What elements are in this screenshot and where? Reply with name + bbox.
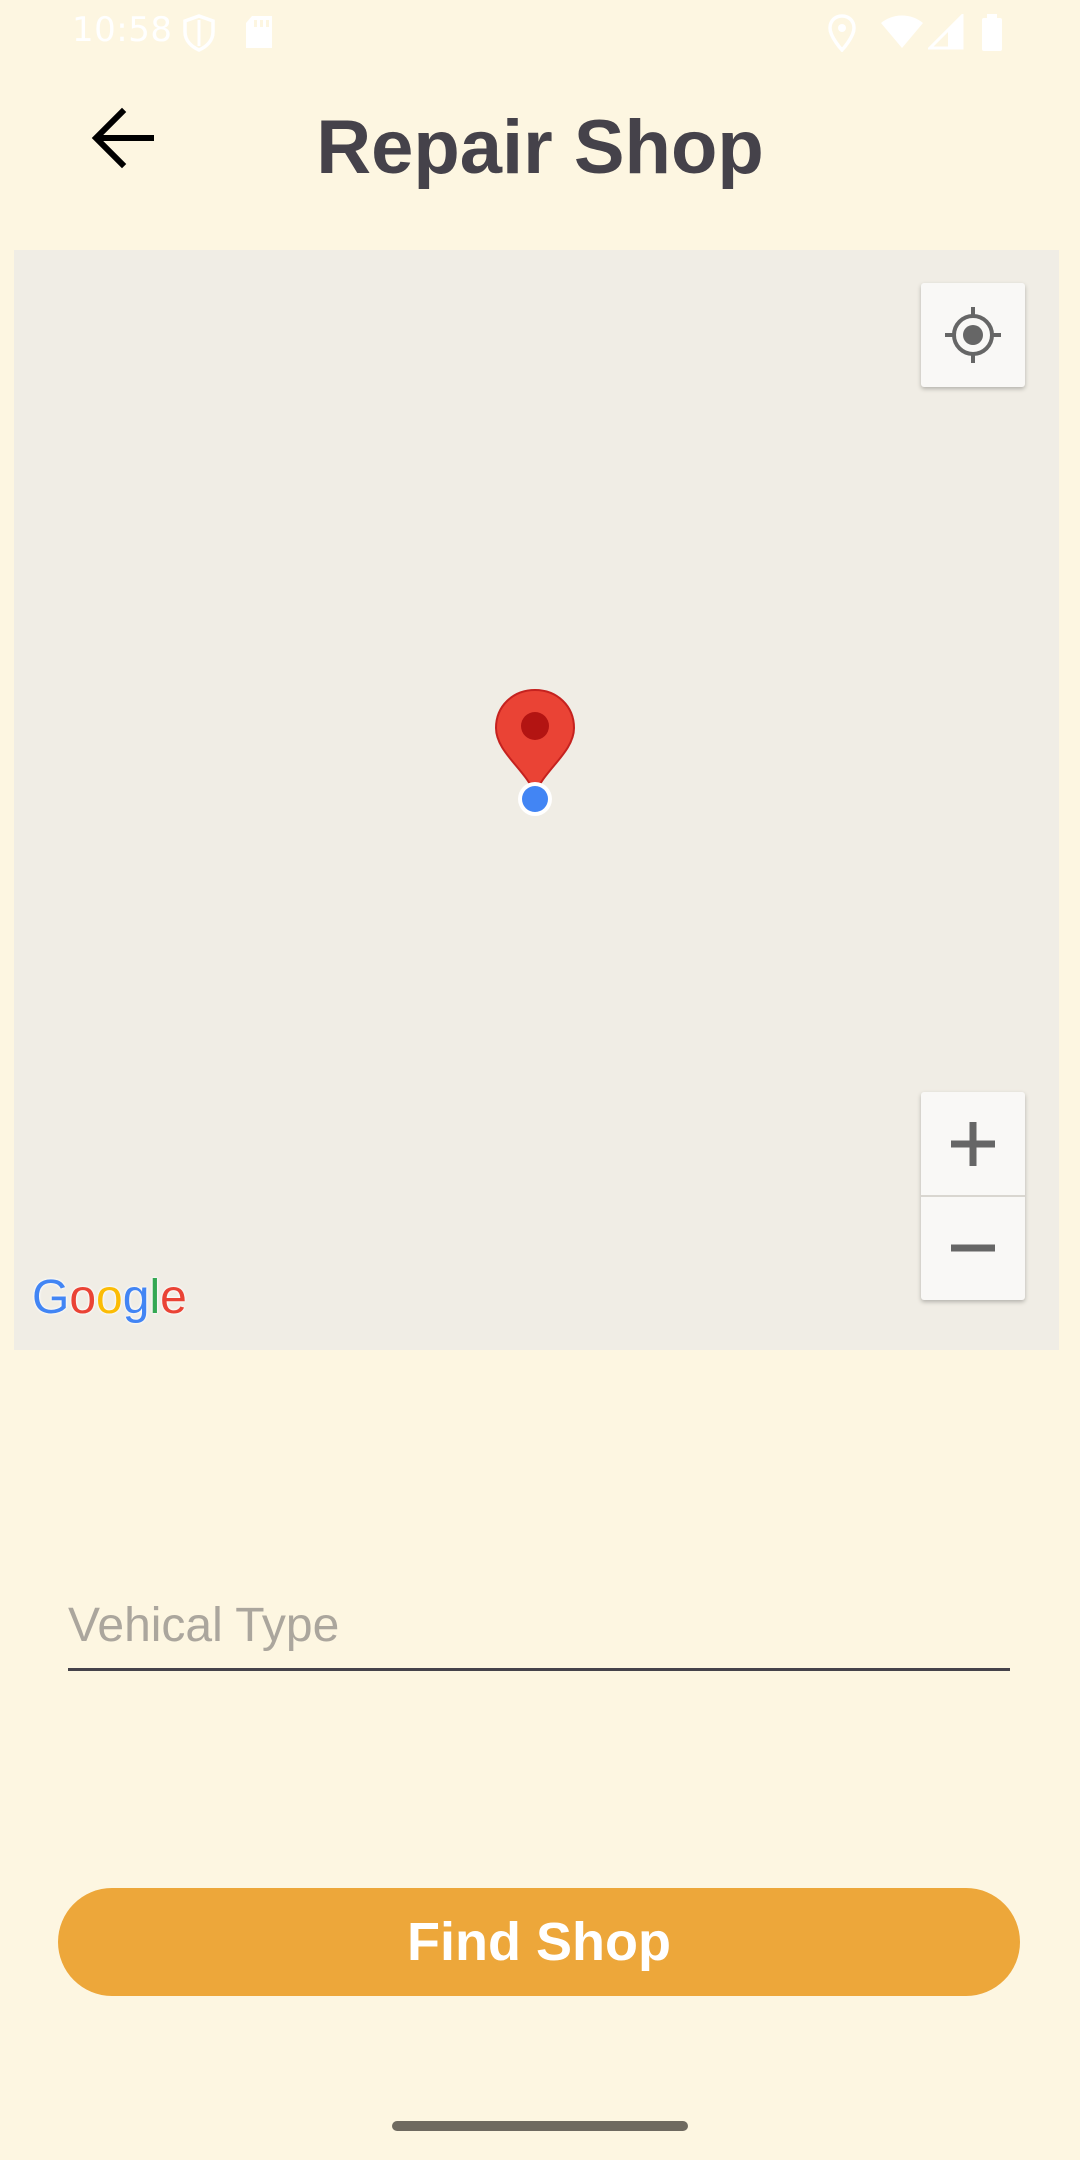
battery-icon [980, 14, 1004, 57]
my-location-button[interactable] [921, 283, 1025, 387]
status-time: 10:58 [72, 10, 173, 50]
zoom-controls [921, 1092, 1025, 1300]
plus-icon [951, 1122, 995, 1166]
signal-icon [926, 12, 964, 55]
zoom-out-button[interactable] [921, 1196, 1025, 1300]
sd-card-icon [244, 14, 274, 55]
user-location-dot [518, 782, 552, 816]
vehicle-type-field [68, 1585, 1010, 1671]
zoom-in-button[interactable] [921, 1092, 1025, 1196]
page-title: Repair Shop [316, 105, 764, 190]
find-shop-button[interactable]: Find Shop [58, 1888, 1020, 1996]
google-logo: Google [32, 1271, 187, 1324]
my-location-icon [945, 307, 1001, 363]
wifi-icon [880, 14, 924, 55]
shield-icon [182, 14, 216, 57]
vehicle-type-input[interactable] [68, 1585, 1010, 1665]
location-icon [828, 14, 856, 57]
map-view[interactable]: Google [14, 250, 1059, 1350]
minus-icon [951, 1244, 995, 1252]
status-bar: 10:58 [0, 0, 1080, 66]
home-indicator[interactable] [392, 2121, 688, 2131]
